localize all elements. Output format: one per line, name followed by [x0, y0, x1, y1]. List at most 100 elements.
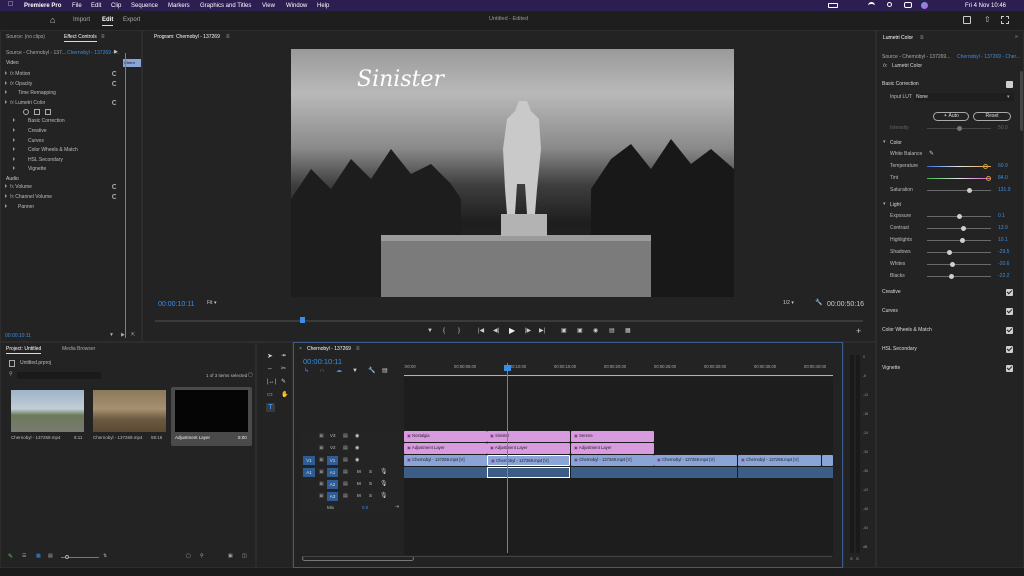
- new-item-icon[interactable]: ▣: [228, 554, 233, 559]
- expand-chevron-icon[interactable]: [13, 147, 15, 152]
- section-vignette[interactable]: Vignette: [882, 366, 900, 371]
- tab-import[interactable]: Import: [73, 17, 90, 23]
- button-editor-icon[interactable]: +: [856, 327, 861, 336]
- slider-whites[interactable]: [927, 262, 991, 267]
- play-button[interactable]: ▶: [509, 327, 515, 335]
- effect-item-basic-correction[interactable]: Basic Correction: [13, 118, 139, 126]
- effect-item-color-wheels-match[interactable]: Color Wheels & Match: [13, 147, 139, 155]
- lock-a2-icon[interactable]: ▣: [319, 482, 324, 487]
- reset-channel-icon[interactable]: [112, 194, 117, 199]
- tab-source[interactable]: Source: (no clips): [6, 35, 45, 40]
- go-to-in-icon[interactable]: |◀: [478, 328, 484, 334]
- camera-icon[interactable]: ◉: [593, 328, 598, 334]
- effect-channel-volume[interactable]: fx Channel Volume: [5, 194, 139, 202]
- menu-file[interactable]: File: [72, 3, 82, 9]
- eye-v1-icon[interactable]: ◉: [355, 458, 359, 463]
- tab-edit[interactable]: Edit: [102, 17, 114, 26]
- insert-icon[interactable]: ▣: [561, 328, 567, 334]
- timeline-close-icon[interactable]: ×: [299, 347, 302, 352]
- icon-view-icon[interactable]: ▦: [36, 554, 41, 559]
- new-bin-from-search-icon[interactable]: ▢: [248, 373, 253, 378]
- intensity-slider[interactable]: [927, 126, 991, 131]
- section-creative[interactable]: Creative: [882, 290, 901, 295]
- playhead-handle[interactable]: [504, 365, 511, 371]
- menu-edit[interactable]: Edit: [91, 3, 101, 9]
- track-header-v1[interactable]: V1 ▣ V1 ▤ ◉: [301, 455, 404, 466]
- slider-value-saturation[interactable]: 131.9: [998, 188, 1011, 193]
- sync-v2-icon[interactable]: ▤: [343, 446, 348, 451]
- v1-clip-1[interactable]: ▣ Chernobyl - 137269.mp4 [V]: [404, 455, 487, 466]
- zoom-slider-knob[interactable]: [65, 555, 69, 559]
- siri-icon[interactable]: [921, 2, 928, 9]
- new-bin-icon[interactable]: ▢: [186, 554, 191, 559]
- track-header-a3[interactable]: ▣ A3 ▤ M S 🎙: [301, 491, 404, 502]
- section-checkbox[interactable]: [1006, 365, 1013, 372]
- effect-item-curves[interactable]: Curves: [13, 137, 139, 146]
- razor-tool-icon[interactable]: ✂: [281, 366, 286, 372]
- filter-icon[interactable]: ▼: [109, 333, 114, 338]
- reset-volume-icon[interactable]: [112, 184, 117, 189]
- menu-window[interactable]: Window: [286, 3, 307, 9]
- mute-a2[interactable]: M: [357, 481, 361, 487]
- tab-project[interactable]: Project: Untitled: [6, 347, 42, 354]
- zoom-select[interactable]: Fit ▾: [207, 301, 216, 306]
- project-item-2[interactable]: Chernobyl - 137269.mp4 59:16: [93, 390, 166, 445]
- pen-mask-icon[interactable]: [45, 108, 51, 115]
- effect-controls-timecode[interactable]: 00:00:10:11: [5, 334, 31, 339]
- nest-icon[interactable]: ↳: [304, 368, 309, 374]
- lock-v1-icon[interactable]: ▣: [319, 458, 324, 463]
- work-area-bar[interactable]: [404, 375, 833, 376]
- project-search-icon[interactable]: ⚲: [9, 372, 13, 377]
- slider-value-shadows[interactable]: -29.5: [998, 250, 1009, 255]
- mix-end-icon[interactable]: ⇥: [395, 505, 399, 510]
- go-to-out-icon[interactable]: ▶|: [539, 328, 545, 334]
- slider-knob-saturation[interactable]: [966, 188, 972, 193]
- program-menu-icon[interactable]: ≡: [226, 34, 230, 40]
- mute-a3[interactable]: M: [357, 493, 361, 499]
- apple-icon[interactable]: : [8, 1, 14, 9]
- app-menu[interactable]: Premiere Pro: [24, 3, 61, 9]
- lock-a1-icon[interactable]: ▣: [319, 470, 324, 475]
- eye-v2-icon[interactable]: ◉: [355, 446, 359, 451]
- effect-item-opacity[interactable]: fx Opacity: [5, 80, 139, 89]
- wrench-icon[interactable]: 🔧: [815, 300, 822, 306]
- section-hsl-secondary[interactable]: HSL Secondary: [882, 347, 917, 352]
- program-timecode[interactable]: 00:00:10:11: [158, 301, 194, 308]
- track-header-a1[interactable]: A1 ▣ A1 ▤ M S 🎙: [301, 467, 404, 478]
- freeform-view-icon[interactable]: ▤: [48, 554, 53, 559]
- slider-saturation[interactable]: [927, 188, 991, 193]
- v1-clip-5[interactable]: ▣ Chernobyl - 137269.mp4 [V]: [738, 455, 821, 466]
- vr-icon[interactable]: ▦: [625, 328, 631, 334]
- source-clip-label[interactable]: Source - Chernobyl - 137...: [6, 51, 66, 56]
- share-icon[interactable]: ⇧: [984, 15, 991, 24]
- timeline-timecode[interactable]: 00:00:10:11: [303, 358, 342, 366]
- v2-clip-adjustment-1[interactable]: ▣ Adjustment Layer: [404, 443, 487, 454]
- lumetri-menu-icon[interactable]: ≡: [920, 35, 924, 41]
- section-checkbox[interactable]: [1006, 327, 1013, 334]
- source-patch-a1[interactable]: A1: [303, 468, 315, 477]
- light-section-toggle[interactable]: ▾: [883, 202, 886, 207]
- section-color-wheels-match[interactable]: Color Wheels & Match: [882, 328, 932, 333]
- lock-v2-icon[interactable]: ▣: [319, 446, 324, 451]
- home-icon[interactable]: ⌂: [50, 16, 58, 25]
- expand-chevron-icon[interactable]: [5, 90, 7, 95]
- v3-clip-serene[interactable]: ▣ Serene: [571, 431, 654, 442]
- lumetri-source-label[interactable]: Source - Chernobyl - 137269...: [882, 55, 950, 60]
- a1-audio-clip-2[interactable]: [487, 467, 570, 478]
- effect-panner[interactable]: Panner: [5, 204, 139, 212]
- menu-help[interactable]: Help: [317, 3, 329, 9]
- eyedropper-icon[interactable]: ✎: [929, 151, 934, 157]
- comparison-icon[interactable]: ▤: [609, 328, 615, 334]
- panel-menu-icon[interactable]: ≡: [101, 34, 105, 40]
- expand-chevron-icon[interactable]: [13, 128, 15, 132]
- mark-in-icon[interactable]: {: [443, 328, 445, 334]
- project-item-1[interactable]: Chernobyl - 137269.mp4 8:11: [11, 390, 84, 445]
- mix-value[interactable]: 0.0: [362, 505, 368, 511]
- sync-a3-icon[interactable]: ▤: [343, 494, 348, 499]
- solo-a3[interactable]: S: [369, 493, 372, 499]
- sort-icon[interactable]: ⇅: [103, 554, 107, 559]
- add-marker-timeline-icon[interactable]: ▼: [352, 368, 358, 374]
- slider-exposure[interactable]: [927, 214, 991, 219]
- lumetri-seq-label[interactable]: Chernobyl - 137269 - Cher...: [957, 55, 1020, 60]
- v3-clip-sinister[interactable]: ▣ Sinister: [487, 431, 570, 442]
